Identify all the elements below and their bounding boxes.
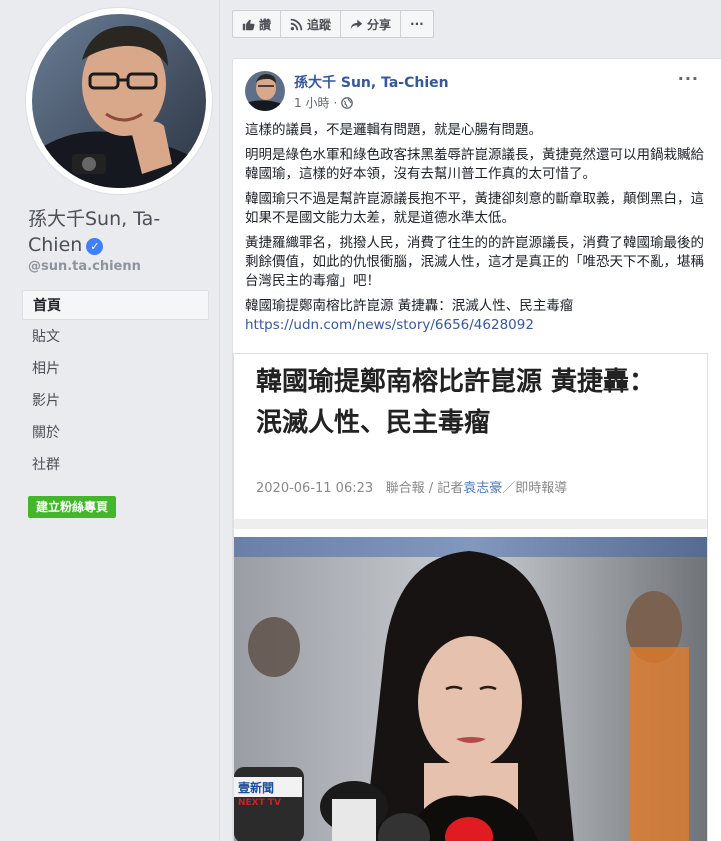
article-photo: 壹新聞 NEXT TV <box>234 537 707 841</box>
nav-item-home[interactable]: 首頁 <box>22 290 209 320</box>
article-preview[interactable]: 韓國瑜提鄭南榕比許崑源 黃捷轟：泯滅人性、民主毒瘤 2020-06-11 06:… <box>233 353 708 841</box>
nav-item-community[interactable]: 社群 <box>22 450 209 480</box>
more-dots-icon: ··· <box>410 17 424 31</box>
nav-item-videos[interactable]: 影片 <box>22 386 209 416</box>
profile-avatar[interactable] <box>26 8 212 194</box>
profile-photo <box>32 14 206 188</box>
page-nav: 首頁 貼文 相片 影片 關於 社群 <box>22 290 209 482</box>
post-paragraph: 韓國瑜只不過是幫許崑源議長抱不平，黃捷卻刻意的斷章取義，顛倒黑白，這如果不是國文… <box>245 191 704 226</box>
nav-item-about[interactable]: 關於 <box>22 418 209 448</box>
like-button[interactable]: 讚 <box>233 11 282 37</box>
post-paragraph: 黃捷羅織罪名，挑撥人民，消費了往生的的許崑源議長，消費了韓國瑜最後的剩餘價值，如… <box>245 235 704 289</box>
share-arrow-icon <box>350 19 363 29</box>
post-author-avatar[interactable] <box>245 71 285 111</box>
article-byline: 2020-06-11 06:23 聯合報 / 記者袁志豪／即時報導 <box>256 477 567 496</box>
nav-item-posts[interactable]: 貼文 <box>22 322 209 352</box>
post-options-icon[interactable]: ··· <box>678 69 699 88</box>
article-section: ／即時報導 <box>502 481 568 496</box>
meta-separator: · <box>333 95 338 110</box>
create-page-button[interactable]: 建立粉絲專頁 <box>28 496 117 518</box>
follow-button[interactable]: 追蹤 <box>281 11 342 37</box>
left-sidebar: 孫大千Sun, Ta-Chien ✓ @sun.ta.chienn 首頁 貼文 相… <box>0 0 220 841</box>
follow-label: 追蹤 <box>307 17 332 32</box>
share-label: 分享 <box>367 17 392 32</box>
thumbs-up-icon <box>242 19 255 30</box>
globe-icon[interactable] <box>341 96 354 109</box>
post-time[interactable]: 1 小時 <box>294 94 329 111</box>
more-options-button[interactable]: ··· <box>401 11 433 37</box>
post-author-name[interactable]: 孫大千 Sun, Ta-Chien <box>294 72 449 92</box>
verified-badge-icon: ✓ <box>86 238 104 255</box>
feed-post: 孫大千 Sun, Ta-Chien 1 小時 · ··· 這樣的議員，不是邏輯有… <box>232 58 721 841</box>
mic-label-2: NEXT TV <box>238 798 281 808</box>
nav-item-photos[interactable]: 相片 <box>22 354 209 384</box>
page-action-bar: 讚 追蹤 分享 ··· <box>232 10 434 38</box>
article-reporter[interactable]: 袁志豪 <box>463 481 502 496</box>
post-timestamp: 1 小時 · <box>294 94 354 111</box>
post-link-title: 韓國瑜提鄭南榕比許崑源 黃捷轟：泯滅人性、民主毒瘤 <box>245 298 574 314</box>
rss-icon <box>290 18 303 30</box>
profile-handle[interactable]: @sun.ta.chienn <box>28 259 141 274</box>
mic-label-1: 壹新聞 <box>238 780 274 795</box>
share-button[interactable]: 分享 <box>341 11 402 37</box>
article-date: 2020-06-11 06:23 <box>256 481 374 496</box>
like-label: 讚 <box>259 17 272 32</box>
article-divider <box>234 519 707 529</box>
profile-name[interactable]: 孫大千Sun, Ta-Chien ✓ <box>28 206 208 258</box>
article-source: 聯合報 / 記者 <box>385 481 464 496</box>
post-paragraph: 這樣的議員，不是邏輯有問題，就是心腸有問題。 <box>245 122 542 138</box>
post-paragraph: 明明是綠色水軍和綠色政客抹黑羞辱許崑源議長，黃捷竟然還可以用鍋栽贓給韓國瑜，這樣… <box>245 147 704 182</box>
post-body: 這樣的議員，不是邏輯有問題，就是心腸有問題。 明明是綠色水軍和綠色政客抹黑羞辱許… <box>245 121 709 335</box>
article-headline: 韓國瑜提鄭南榕比許崑源 黃捷轟：泯滅人性、民主毒瘤 <box>256 367 656 438</box>
post-link-url[interactable]: https://udn.com/news/story/6656/4628092 <box>245 316 709 335</box>
